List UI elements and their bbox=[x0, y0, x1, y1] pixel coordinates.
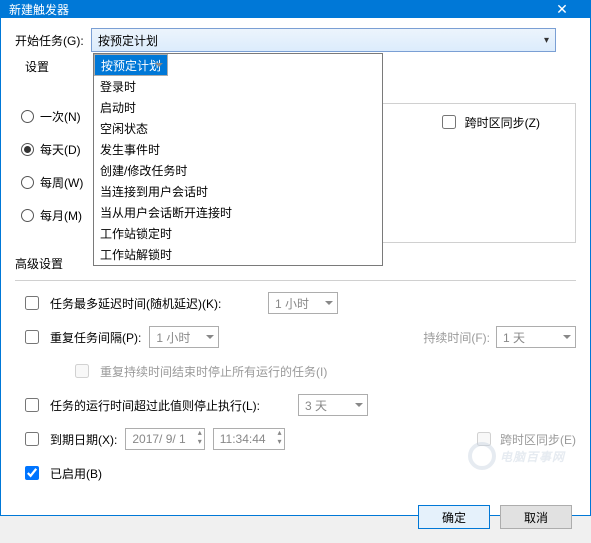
repeat-label: 重复任务间隔(P): bbox=[50, 329, 141, 346]
dropdown-option[interactable]: 启动时 bbox=[94, 97, 382, 118]
begin-task-combo-value: 按预定计划 bbox=[98, 32, 158, 49]
radio-once[interactable]: 一次(N) bbox=[21, 108, 83, 125]
expire-time-picker[interactable]: 11:34:44 bbox=[213, 428, 285, 450]
dropdown-option[interactable]: 创建/修改任务时 bbox=[94, 160, 382, 181]
ok-button[interactable]: 确定 bbox=[418, 505, 490, 529]
dropdown-option[interactable]: 按预定计划 bbox=[94, 54, 168, 76]
duration-label: 持续时间(F): bbox=[423, 329, 490, 346]
expire-checkbox[interactable] bbox=[25, 432, 39, 446]
chevron-down-icon: ▾ bbox=[544, 35, 549, 46]
cancel-button[interactable]: 取消 bbox=[500, 505, 572, 529]
delay-select[interactable]: 1 小时 bbox=[268, 292, 338, 314]
dropdown-option[interactable]: 发生事件时 bbox=[94, 139, 382, 160]
dropdown-option[interactable]: 工作站解锁时 bbox=[94, 244, 382, 265]
begin-task-combo[interactable]: 按预定计划 ▾ bbox=[91, 28, 556, 52]
repeat-checkbox[interactable] bbox=[25, 330, 39, 344]
enabled-label: 已启用(B) bbox=[50, 465, 102, 482]
enabled-checkbox[interactable] bbox=[25, 466, 39, 480]
close-icon[interactable]: ✕ bbox=[542, 1, 582, 18]
delay-label: 任务最多延迟时间(随机延迟)(K): bbox=[50, 295, 260, 312]
expire-date-picker[interactable]: 2017/ 9/ 1 bbox=[125, 428, 204, 450]
duration-select[interactable]: 1 天 bbox=[496, 326, 576, 348]
stop-running-checkbox bbox=[75, 364, 89, 378]
expire-sync-label: 跨时区同步(E) bbox=[500, 431, 576, 448]
expire-label: 到期日期(X): bbox=[50, 431, 117, 448]
stop-running-label: 重复持续时间结束时停止所有运行的任务(I) bbox=[100, 363, 327, 380]
begin-task-dropdown[interactable]: 按预定计划 登录时 启动时 空闲状态 发生事件时 创建/修改任务时 当连接到用户… bbox=[93, 53, 383, 266]
dropdown-option[interactable]: 空闲状态 bbox=[94, 118, 382, 139]
stop-after-checkbox[interactable] bbox=[25, 398, 39, 412]
stop-after-label: 任务的运行时间超过此值则停止执行(L): bbox=[50, 397, 290, 414]
dropdown-option[interactable]: 当连接到用户会话时 bbox=[94, 181, 382, 202]
delay-checkbox[interactable] bbox=[25, 296, 39, 310]
dropdown-option[interactable]: 工作站锁定时 bbox=[94, 223, 382, 244]
dropdown-option[interactable]: 当从用户会话断开连接时 bbox=[94, 202, 382, 223]
expire-sync-checkbox bbox=[477, 432, 491, 446]
radio-weekly[interactable]: 每周(W) bbox=[21, 174, 83, 191]
stop-after-select[interactable]: 3 天 bbox=[298, 394, 368, 416]
dialog-title: 新建触发器 bbox=[9, 1, 542, 18]
dropdown-option[interactable]: 登录时 bbox=[94, 76, 382, 97]
begin-task-label: 开始任务(G): bbox=[15, 32, 91, 49]
radio-monthly[interactable]: 每月(M) bbox=[21, 207, 83, 224]
repeat-select[interactable]: 1 小时 bbox=[149, 326, 219, 348]
radio-daily[interactable]: 每天(D) bbox=[21, 141, 83, 158]
